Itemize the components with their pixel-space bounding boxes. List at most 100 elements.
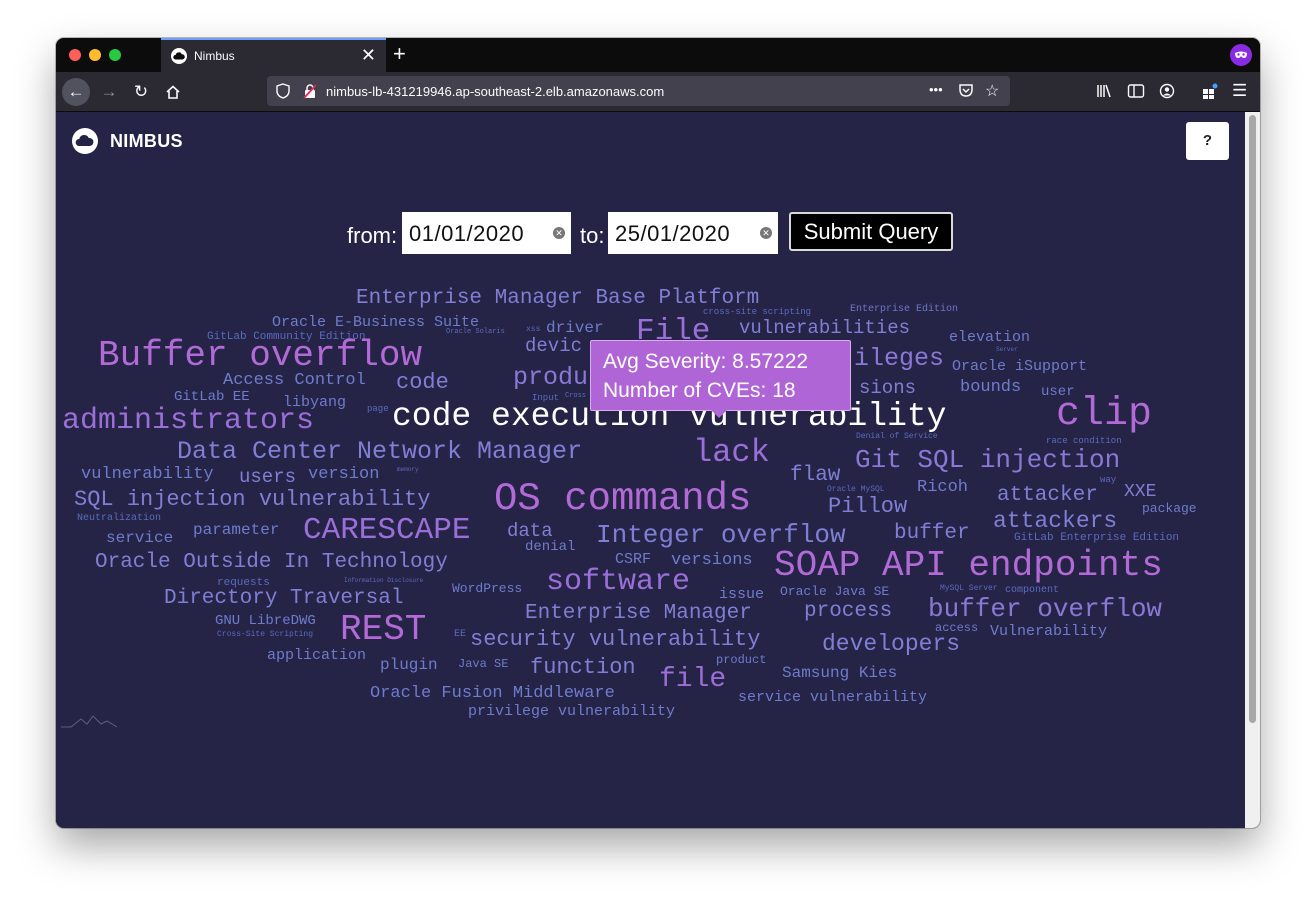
cloud-word[interactable]: Oracle Fusion Middleware — [370, 685, 615, 702]
cloud-word[interactable]: administrators — [62, 406, 314, 436]
new-tab-button[interactable]: + — [393, 41, 406, 67]
cloud-word[interactable]: Neutralization — [77, 514, 161, 524]
close-tab-icon[interactable]: ✕ — [361, 45, 376, 65]
cloud-word[interactable]: parameter — [193, 522, 279, 538]
cloud-word[interactable]: Java SE — [458, 658, 508, 670]
sidebar-icon[interactable] — [1127, 83, 1145, 104]
cloud-word[interactable]: Oracle iSupport — [952, 359, 1087, 374]
cloud-word[interactable]: flaw — [790, 465, 840, 486]
private-mask-icon[interactable] — [1230, 44, 1252, 66]
cloud-word[interactable]: Enterprise Edition — [850, 305, 958, 315]
page-scrollbar[interactable] — [1245, 112, 1260, 828]
cloud-word[interactable]: service — [106, 530, 173, 546]
cloud-word[interactable]: buffer overflow — [928, 596, 1162, 622]
cloud-word[interactable]: Oracle Outside In Technology — [95, 552, 448, 573]
cloud-word[interactable]: memory — [397, 467, 419, 473]
url-bar[interactable]: nimbus-lb-431219946.ap-southeast-2.elb.a… — [267, 76, 1010, 106]
cloud-word[interactable]: service vulnerability — [738, 690, 927, 705]
cloud-word[interactable]: clip — [1056, 395, 1152, 435]
cloud-word[interactable]: driver — [546, 320, 604, 336]
extensions-icon[interactable] — [1201, 83, 1219, 104]
cloud-word[interactable]: Pillow — [828, 496, 907, 518]
cloud-word[interactable]: privilege vulnerability — [468, 704, 675, 719]
cloud-word[interactable]: Oracle MySQL — [827, 486, 885, 494]
cloud-word[interactable]: application — [267, 648, 366, 663]
cloud-word[interactable]: way — [1100, 476, 1116, 485]
cloud-word[interactable]: ileges — [854, 346, 944, 371]
cloud-word[interactable]: file — [659, 666, 726, 694]
shield-icon[interactable] — [276, 83, 290, 104]
cloud-word[interactable]: Information Disclosure — [344, 578, 423, 584]
cloud-word[interactable]: Git SQL injection — [855, 447, 1120, 473]
cloud-word[interactable]: Enterprise Manager — [525, 603, 752, 624]
cloud-word[interactable]: process — [804, 601, 892, 622]
home-icon[interactable] — [159, 78, 187, 106]
cloud-word[interactable]: attacker — [997, 485, 1098, 506]
cloud-word[interactable]: Oracle Java SE — [780, 585, 889, 598]
cloud-word[interactable]: buffer — [894, 523, 970, 544]
zoom-window-button[interactable] — [109, 49, 121, 61]
browser-tab[interactable]: Nimbus ✕ — [161, 38, 386, 72]
cloud-word[interactable]: users — [239, 468, 296, 487]
cloud-word[interactable]: security vulnerability — [470, 629, 760, 651]
cloud-word[interactable]: denial — [525, 540, 575, 554]
cloud-word[interactable]: produ — [513, 365, 588, 390]
cloud-word[interactable]: xss — [526, 326, 540, 334]
back-arrow-icon[interactable]: ← — [62, 78, 90, 106]
cloud-word[interactable]: software — [546, 567, 690, 597]
insecure-lock-icon[interactable] — [303, 83, 317, 104]
cloud-word[interactable]: SQL injection vulnerability — [74, 489, 430, 511]
cloud-word[interactable]: issue — [719, 587, 764, 602]
cloud-word[interactable]: GNU LibreDWG — [215, 614, 316, 628]
cloud-word[interactable]: Buffer overflow — [98, 338, 422, 374]
cloud-word[interactable]: plugin — [380, 657, 438, 673]
cloud-word[interactable]: vulnerability — [81, 466, 214, 483]
cloud-word[interactable]: devic — [525, 337, 582, 356]
cloud-word[interactable]: attackers — [993, 510, 1117, 533]
cloud-word[interactable]: Enterprise Manager Base Platform — [356, 288, 759, 309]
cloud-word[interactable]: WordPress — [452, 582, 522, 595]
cloud-word[interactable]: Server — [996, 347, 1018, 353]
bookmark-star-icon[interactable]: ☆ — [985, 81, 999, 101]
cloud-word[interactable]: code — [396, 372, 449, 394]
hamburger-menu-icon[interactable]: ☰ — [1232, 81, 1247, 101]
cloud-word[interactable]: CARESCAPE — [303, 515, 470, 546]
cloud-word[interactable]: function — [530, 657, 636, 679]
cloud-word[interactable]: version — [308, 466, 379, 483]
cloud-word[interactable]: developers — [822, 633, 960, 656]
library-icon[interactable] — [1096, 83, 1114, 104]
pocket-icon[interactable] — [958, 82, 974, 103]
cloud-word[interactable]: SOAP API endpoints — [774, 548, 1163, 584]
cloud-word[interactable]: GitLab Enterprise Edition — [1014, 533, 1179, 544]
cloud-word[interactable]: GitLab EE — [174, 390, 250, 404]
account-icon[interactable] — [1159, 83, 1175, 104]
cloud-word[interactable]: Samsung Kies — [782, 665, 897, 681]
cloud-word[interactable]: Data Center Network Manager — [177, 439, 582, 464]
minimize-window-button[interactable] — [89, 49, 101, 61]
cloud-word[interactable]: Directory Traversal — [164, 588, 403, 609]
cloud-word[interactable]: package — [1142, 502, 1197, 515]
cloud-word[interactable]: sions — [859, 379, 916, 398]
cloud-word[interactable]: lack — [693, 437, 770, 469]
cloud-word[interactable]: EE — [454, 630, 466, 640]
cloud-word[interactable]: Oracle Solaris — [446, 329, 505, 336]
close-window-button[interactable] — [69, 49, 81, 61]
cloud-word[interactable]: OS commands — [494, 480, 751, 519]
cloud-word[interactable]: MySQL Server — [940, 585, 998, 593]
cloud-word[interactable]: Access Control — [223, 372, 366, 389]
scrollbar-thumb[interactable] — [1249, 115, 1256, 723]
reload-icon[interactable]: ↻ — [127, 78, 155, 106]
cloud-word[interactable]: elevation — [949, 330, 1030, 345]
cloud-word[interactable]: REST — [340, 612, 426, 648]
cloud-word[interactable]: cross-site scripting — [703, 308, 811, 317]
page-actions-icon[interactable]: ••• — [929, 82, 943, 97]
cloud-word[interactable]: Ricoh — [917, 479, 968, 496]
cloud-word[interactable]: bounds — [960, 379, 1021, 396]
cloud-word[interactable]: Vulnerability — [990, 624, 1107, 639]
cloud-word[interactable]: vulnerabilities — [739, 319, 910, 338]
forward-arrow-icon[interactable]: → — [95, 78, 123, 106]
cloud-word[interactable]: Cross-Site Scripting — [217, 631, 313, 639]
cloud-word[interactable]: Denial of Service — [856, 433, 938, 441]
cloud-word[interactable]: page — [367, 405, 389, 414]
cloud-word[interactable]: XXE — [1124, 483, 1156, 501]
